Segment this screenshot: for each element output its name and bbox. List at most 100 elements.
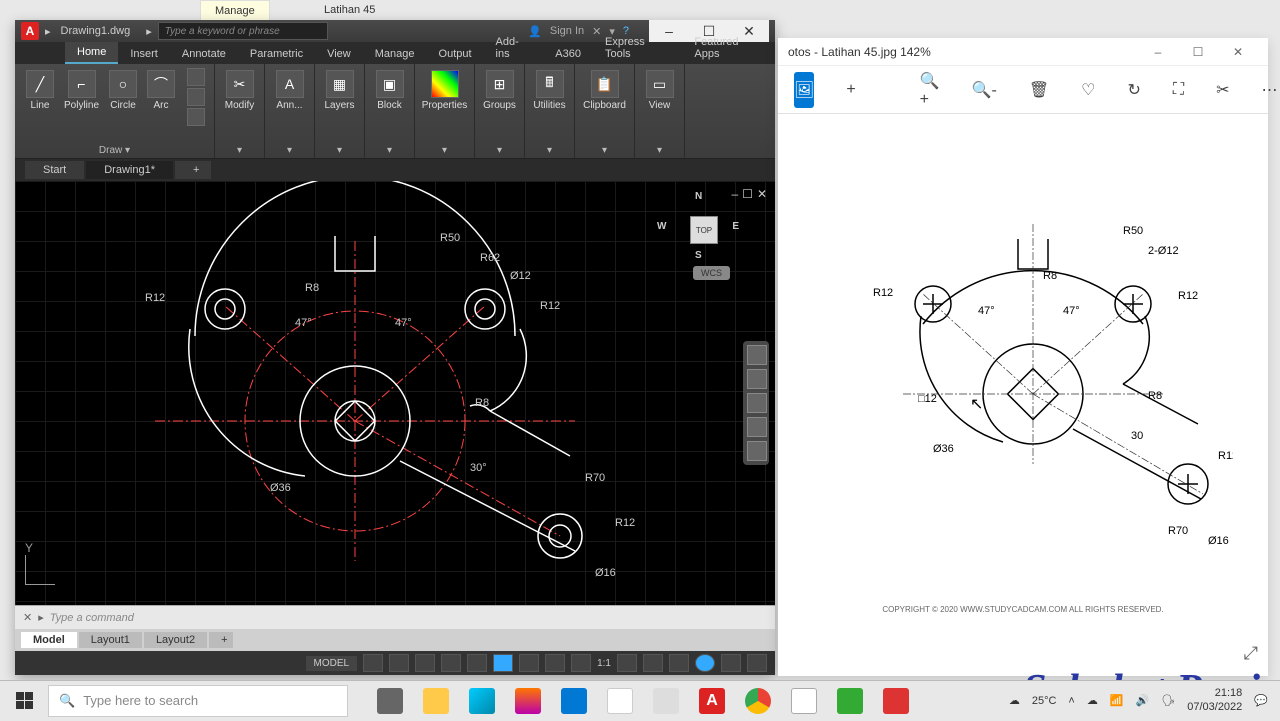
drawing-canvas[interactable]: R12 R12 R12 R8 R8 R50 R62 Ø12 R70 Ø16 Ø3… bbox=[15, 181, 775, 605]
chrome-icon[interactable] bbox=[736, 681, 780, 721]
sb-lweight-icon[interactable] bbox=[545, 654, 565, 672]
view-tool[interactable]: ▭View bbox=[644, 68, 676, 113]
crop-icon[interactable]: ⛶ bbox=[1173, 72, 1184, 108]
draw-panel-label[interactable]: Draw ▾ bbox=[15, 145, 214, 156]
camtasia-icon[interactable] bbox=[828, 681, 872, 721]
orbit-icon[interactable] bbox=[747, 417, 767, 437]
notifications-icon[interactable]: 💬 bbox=[1254, 694, 1268, 707]
clipboard-tool[interactable]: 📋Clipboard bbox=[581, 68, 628, 113]
modify-tool[interactable]: ✂Modify bbox=[223, 68, 256, 113]
autocad-search-input[interactable]: Type a keyword or phrase bbox=[158, 22, 328, 40]
delete-icon[interactable]: 🗑 bbox=[1029, 72, 1049, 108]
annotation-tool[interactable]: AAnn... bbox=[274, 68, 306, 113]
viewport-close-icon[interactable]: ✕ bbox=[757, 187, 767, 201]
fullscreen-icon[interactable]: ⤢ bbox=[1244, 643, 1258, 664]
command-line[interactable]: ✕ ▸ Type a command bbox=[15, 605, 775, 629]
tab-output[interactable]: Output bbox=[427, 44, 484, 64]
sb-custom-icon[interactable] bbox=[747, 654, 767, 672]
model-tab[interactable]: Model bbox=[21, 632, 77, 648]
properties-tool[interactable]: Properties bbox=[420, 68, 470, 113]
weather-temp[interactable]: 25°C bbox=[1032, 695, 1057, 707]
arc-tool[interactable]: ⌒Arc bbox=[145, 68, 177, 113]
add-layout-button[interactable]: + bbox=[209, 632, 233, 648]
utilities-tool[interactable]: 🖩Utilities bbox=[531, 68, 567, 113]
ellipse-tool-icon[interactable] bbox=[187, 108, 205, 126]
photos-close-button[interactable]: ✕ bbox=[1218, 38, 1258, 66]
sb-iso-icon[interactable] bbox=[669, 654, 689, 672]
autocad-icon[interactable]: A bbox=[690, 681, 734, 721]
tab-featured[interactable]: Featured Apps bbox=[682, 32, 775, 64]
tab-a360[interactable]: A360 bbox=[543, 44, 593, 64]
firefox-icon[interactable] bbox=[506, 681, 550, 721]
line-tool[interactable]: ╱Line bbox=[24, 68, 56, 113]
wcs-label[interactable]: WCS bbox=[693, 266, 730, 280]
fullnav-icon[interactable] bbox=[747, 345, 767, 365]
filetab-start[interactable]: Start bbox=[25, 161, 84, 179]
sb-transparency-icon[interactable] bbox=[571, 654, 591, 672]
viewcube[interactable]: N S W E TOP bbox=[665, 191, 735, 261]
wifi-icon[interactable]: 📶 bbox=[1110, 694, 1124, 707]
layers-tool[interactable]: ▦Layers bbox=[323, 68, 357, 113]
favorite-icon[interactable]: ♡ bbox=[1081, 72, 1095, 108]
collection-icon[interactable]: 🖼 bbox=[794, 72, 814, 108]
sb-ortho-icon[interactable] bbox=[415, 654, 435, 672]
groups-tool[interactable]: ⊞Groups bbox=[481, 68, 518, 113]
circle-tool[interactable]: ○Circle bbox=[107, 68, 139, 113]
language-icon[interactable]: 🗣 bbox=[1161, 694, 1175, 707]
zoomout-icon[interactable]: 🔍- bbox=[972, 72, 997, 108]
add-button[interactable]: + bbox=[846, 72, 855, 108]
onedrive-icon[interactable]: ☁ bbox=[1087, 694, 1098, 707]
weather-icon[interactable]: ☁ bbox=[1009, 694, 1020, 707]
sb-polar-icon[interactable] bbox=[441, 654, 461, 672]
tab-addins[interactable]: Add-ins bbox=[484, 32, 544, 64]
tab-annotate[interactable]: Annotate bbox=[170, 44, 238, 64]
start-button[interactable] bbox=[0, 681, 48, 721]
layout1-tab[interactable]: Layout1 bbox=[79, 632, 142, 648]
photos-content[interactable]: R12 R12 R12 R8 R8 R50 2-Ø12 □12 Ø16 Ø36 … bbox=[778, 114, 1268, 674]
sb-plus-icon[interactable] bbox=[643, 654, 663, 672]
photos-min-button[interactable]: – bbox=[1138, 38, 1178, 66]
cmd-menu-icon[interactable]: ▸ bbox=[38, 611, 44, 624]
autocad-logo-icon[interactable]: A bbox=[21, 22, 39, 40]
polyline-tool[interactable]: ⌐Polyline bbox=[62, 68, 101, 113]
word-icon[interactable] bbox=[644, 681, 688, 721]
zoomin-icon[interactable]: 🔍+ bbox=[920, 72, 940, 108]
edge-icon[interactable] bbox=[460, 681, 504, 721]
sb-hardware-icon[interactable] bbox=[695, 654, 715, 672]
viewcube-top[interactable]: TOP bbox=[690, 216, 718, 244]
explorer-icon[interactable] bbox=[414, 681, 458, 721]
rect-tool-icon[interactable] bbox=[187, 68, 205, 86]
sb-clean-icon[interactable] bbox=[721, 654, 741, 672]
sb-3dosnap-icon[interactable] bbox=[493, 654, 513, 672]
more-icon[interactable]: ⋯ bbox=[1262, 72, 1278, 108]
cmd-close-icon[interactable]: ✕ bbox=[23, 611, 32, 624]
sb-gear-icon[interactable] bbox=[617, 654, 637, 672]
hatch-tool-icon[interactable] bbox=[187, 88, 205, 106]
layout2-tab[interactable]: Layout2 bbox=[144, 632, 207, 648]
tab-express[interactable]: Express Tools bbox=[593, 32, 682, 64]
tab-home[interactable]: Home bbox=[65, 42, 118, 64]
taskbar-search[interactable]: 🔍 Type here to search bbox=[48, 685, 348, 717]
sb-scale[interactable]: 1:1 bbox=[597, 658, 611, 669]
signin-label[interactable]: Sign In bbox=[550, 25, 584, 37]
rotate-icon[interactable]: ↻ bbox=[1127, 72, 1140, 108]
app1-icon[interactable] bbox=[782, 681, 826, 721]
photos-titlebar[interactable]: otos - Latihan 45.jpg 142% – ☐ ✕ bbox=[778, 38, 1268, 66]
photos-max-button[interactable]: ☐ bbox=[1178, 38, 1218, 66]
photos-icon[interactable] bbox=[552, 681, 596, 721]
tab-view[interactable]: View bbox=[315, 44, 363, 64]
filetab-drawing1[interactable]: Drawing1* bbox=[86, 161, 173, 179]
edit-icon[interactable]: ✂ bbox=[1216, 72, 1229, 108]
mail-icon[interactable] bbox=[598, 681, 642, 721]
pan-icon[interactable] bbox=[747, 369, 767, 389]
showmotion-icon[interactable] bbox=[747, 441, 767, 461]
clock[interactable]: 21:18 07/03/2022 bbox=[1187, 687, 1242, 713]
app2-icon[interactable] bbox=[874, 681, 918, 721]
block-tool[interactable]: ▣Block bbox=[374, 68, 406, 113]
tab-insert[interactable]: Insert bbox=[118, 44, 170, 64]
sb-otrack-icon[interactable] bbox=[519, 654, 539, 672]
taskview-icon[interactable] bbox=[368, 681, 412, 721]
zoom-icon[interactable] bbox=[747, 393, 767, 413]
volume-icon[interactable]: 🔊 bbox=[1136, 694, 1150, 707]
new-tab-button[interactable]: + bbox=[175, 161, 211, 179]
